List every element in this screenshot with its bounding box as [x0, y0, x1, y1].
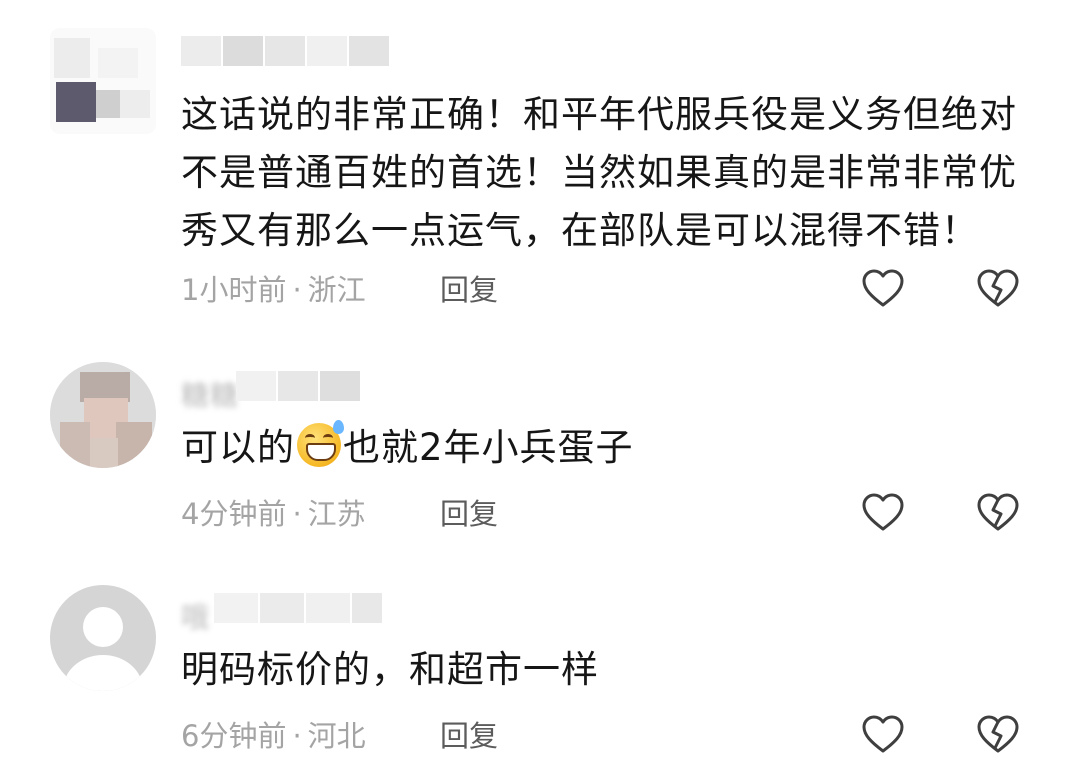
heart-icon [862, 493, 904, 531]
dislike-button[interactable] [976, 715, 1020, 755]
default-avatar-body [63, 655, 143, 691]
comment-text: 明码标价的，和超市一样 [181, 648, 599, 691]
avatar[interactable] [50, 585, 156, 691]
comment-text: 这话说的非常正确！和平年代服兵役是义务但绝对不是普通百姓的首选！当然如果真的是非… [181, 93, 1017, 252]
comment-meta: 4分钟前 · 江苏 [181, 494, 366, 534]
heart-icon [862, 269, 904, 307]
avatar[interactable] [50, 362, 156, 468]
comment-location: 江苏 [307, 497, 366, 531]
broken-heart-icon [977, 715, 1019, 753]
username-blurred[interactable] [181, 36, 411, 66]
username-blurred[interactable]: 糖糖 [181, 374, 239, 414]
reply-button[interactable]: 回复 [440, 494, 498, 534]
like-button[interactable] [861, 493, 905, 533]
reply-button[interactable]: 回复 [440, 270, 498, 310]
comment-meta: 6分钟前 · 河北 [181, 716, 366, 756]
reply-button[interactable]: 回复 [440, 716, 498, 756]
meta-separator: · [292, 273, 302, 307]
like-button[interactable] [861, 715, 905, 755]
comment-location: 浙江 [307, 273, 366, 307]
comment-text: 可以的 也就2年小兵蛋子 [181, 419, 1031, 477]
comment-location: 河北 [307, 719, 366, 753]
avatar[interactable] [50, 28, 156, 134]
comment-text-part: 可以的 [181, 426, 295, 469]
comment-text-part: 也就2年小兵蛋子 [343, 426, 634, 469]
comment-time: 6分钟前 [181, 719, 287, 753]
comment-meta: 1小时前 · 浙江 [181, 270, 366, 310]
meta-separator: · [292, 497, 302, 531]
meta-separator: · [292, 719, 302, 753]
username-blurred[interactable]: 哦 [181, 596, 210, 636]
dislike-button[interactable] [976, 269, 1020, 309]
default-avatar-head [83, 607, 123, 647]
dislike-button[interactable] [976, 493, 1020, 533]
heart-icon [862, 715, 904, 753]
like-button[interactable] [861, 269, 905, 309]
broken-heart-icon [977, 269, 1019, 307]
comment-time: 4分钟前 [181, 497, 287, 531]
username-blur-mask [236, 371, 406, 401]
broken-heart-icon [977, 493, 1019, 531]
grinning-sweat-emoji [297, 420, 344, 467]
username-blur-mask [214, 593, 404, 623]
comment-time: 1小时前 [181, 273, 287, 307]
